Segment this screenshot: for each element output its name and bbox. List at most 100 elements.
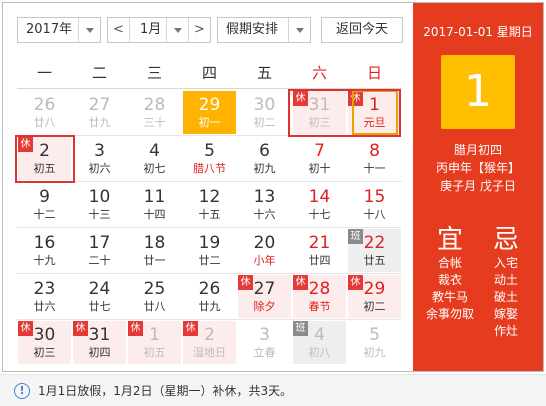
day-cell[interactable]: 27 廿九 [73, 91, 126, 134]
prev-month-button[interactable]: < [108, 18, 130, 42]
lunar-label: 十四 [143, 208, 166, 221]
month-select-value[interactable]: 1月 [140, 18, 161, 42]
day-number: 10 [88, 187, 111, 207]
day-cell[interactable]: 4 初七 [128, 137, 181, 180]
lunar-label: 十七 [308, 208, 331, 221]
day-number: 3 [94, 141, 105, 161]
lunar-label: 初五 [143, 346, 166, 359]
holiday-select-value: 假期安排 [226, 22, 279, 37]
day-number: 4 [149, 141, 160, 161]
day-cell[interactable]: 10 十三 [73, 183, 126, 226]
day-cell[interactable]: 6 初九 [238, 137, 291, 180]
lunar-label: 初二 [363, 300, 386, 313]
day-cell[interactable]: 21 廿四 [293, 229, 346, 272]
day-cell[interactable]: 班 22 廿五 [348, 229, 401, 272]
lunar-label: 二十 [88, 254, 111, 267]
day-cell[interactable]: 休 28 春节 [293, 275, 346, 318]
weekday-label: 六 [311, 64, 327, 82]
lunar-label: 湿地日 [193, 346, 226, 359]
month-stepper: < 1月 > [107, 17, 211, 43]
day-cell[interactable]: 休 1 初五 [128, 321, 181, 364]
day-cell[interactable]: 12 十五 [183, 183, 236, 226]
day-cell[interactable]: 休 29 初二 [348, 275, 401, 318]
lunar-label: 廿六 [33, 300, 56, 313]
lunar-label: 廿九 [88, 116, 111, 129]
selected-date: 2017-01-01 星期日 [423, 25, 533, 39]
yi-item: 教牛马 [431, 290, 468, 304]
day-number: 5 [369, 325, 380, 345]
day-cell[interactable]: 25 廿八 [128, 275, 181, 318]
lunar-label: 十一 [363, 162, 386, 175]
day-cell[interactable]: 休 2 湿地日 [183, 321, 236, 364]
day-number: 3 [259, 325, 270, 345]
day-number: 30 [253, 95, 276, 115]
holiday-select[interactable]: 假期安排 [217, 17, 311, 43]
lunar-label: 初四 [88, 346, 111, 359]
day-cell[interactable]: 3 初六 [73, 137, 126, 180]
day-cell[interactable]: 18 廿一 [128, 229, 181, 272]
day-cell[interactable]: 13 十六 [238, 183, 291, 226]
lunar-label: 十三 [88, 208, 111, 221]
day-number: 1 [149, 325, 160, 345]
day-number: 28 [308, 279, 331, 299]
lunar-label: 十九 [33, 254, 56, 267]
day-cell[interactable]: 7 初十 [293, 137, 346, 180]
day-number: 26 [33, 95, 56, 115]
day-cell[interactable]: 29 初一 [183, 91, 236, 134]
lunar-label: 初九 [363, 346, 386, 359]
lunar-label: 初二 [253, 116, 276, 129]
day-number: 16 [33, 233, 56, 253]
lunar-label: 十二 [33, 208, 56, 221]
return-today-button[interactable]: 返回今天 [321, 17, 403, 43]
day-cell[interactable]: 5 初九 [348, 321, 401, 364]
day-cell[interactable]: 20 小年 [238, 229, 291, 272]
year-select[interactable]: 2017年 [17, 17, 101, 43]
day-cell[interactable]: 30 初二 [238, 91, 291, 134]
lunar-label: 初八 [308, 346, 331, 359]
ji-item: 嫁娶 [493, 307, 518, 321]
day-cell[interactable]: 5 腊八节 [183, 137, 236, 180]
day-cell[interactable]: 班 4 初八 [293, 321, 346, 364]
day-number: 17 [88, 233, 111, 253]
lunar-label: 三十 [143, 116, 166, 129]
lunar-label: 廿四 [308, 254, 331, 267]
lunar-label: 廿九 [198, 300, 221, 313]
holiday-range-highlight [288, 89, 401, 137]
lunar-label: 十五 [198, 208, 221, 221]
lunar-label: 除夕 [253, 300, 276, 313]
next-month-button[interactable]: > [188, 18, 210, 42]
row-divider [17, 273, 402, 274]
lunar-label: 廿五 [363, 254, 386, 267]
lunar-date: 腊月初四 [453, 143, 502, 157]
day-cell[interactable]: 23 廿六 [18, 275, 71, 318]
lunar-label: 廿一 [143, 254, 166, 267]
day-cell[interactable]: 休 27 除夕 [238, 275, 291, 318]
day-cell[interactable]: 9 十二 [18, 183, 71, 226]
day-cell[interactable]: 14 十七 [293, 183, 346, 226]
chevron-down-icon[interactable] [166, 18, 188, 42]
lunar-label: 初三 [33, 346, 56, 359]
day-number: 29 [363, 279, 386, 299]
day-cell[interactable]: 15 十八 [348, 183, 401, 226]
day-cell[interactable]: 休 30 初三 [18, 321, 71, 364]
day-cell[interactable]: 28 三十 [128, 91, 181, 134]
day-cell[interactable]: 26 廿八 [18, 91, 71, 134]
lunar-label: 立春 [253, 346, 276, 359]
day-cell[interactable]: 26 廿九 [183, 275, 236, 318]
lunar-label: 初六 [88, 162, 111, 175]
day-cell[interactable]: 24 廿七 [73, 275, 126, 318]
day-cell[interactable]: 8 十一 [348, 137, 401, 180]
weekday-label: 三 [146, 64, 162, 82]
day-number: 11 [143, 187, 166, 207]
makeup-rest-highlight [15, 135, 75, 183]
day-cell[interactable]: 11 十四 [128, 183, 181, 226]
lunar-label: 初一 [198, 116, 221, 129]
day-cell[interactable]: 16 十九 [18, 229, 71, 272]
day-cell[interactable]: 3 立春 [238, 321, 291, 364]
yi-item: 合帐 [437, 256, 462, 270]
weekday-header: 一二三四五六日 [17, 59, 402, 87]
day-cell[interactable]: 19 廿二 [183, 229, 236, 272]
day-cell[interactable]: 休 31 初四 [73, 321, 126, 364]
day-number: 23 [33, 279, 56, 299]
day-cell[interactable]: 17 二十 [73, 229, 126, 272]
